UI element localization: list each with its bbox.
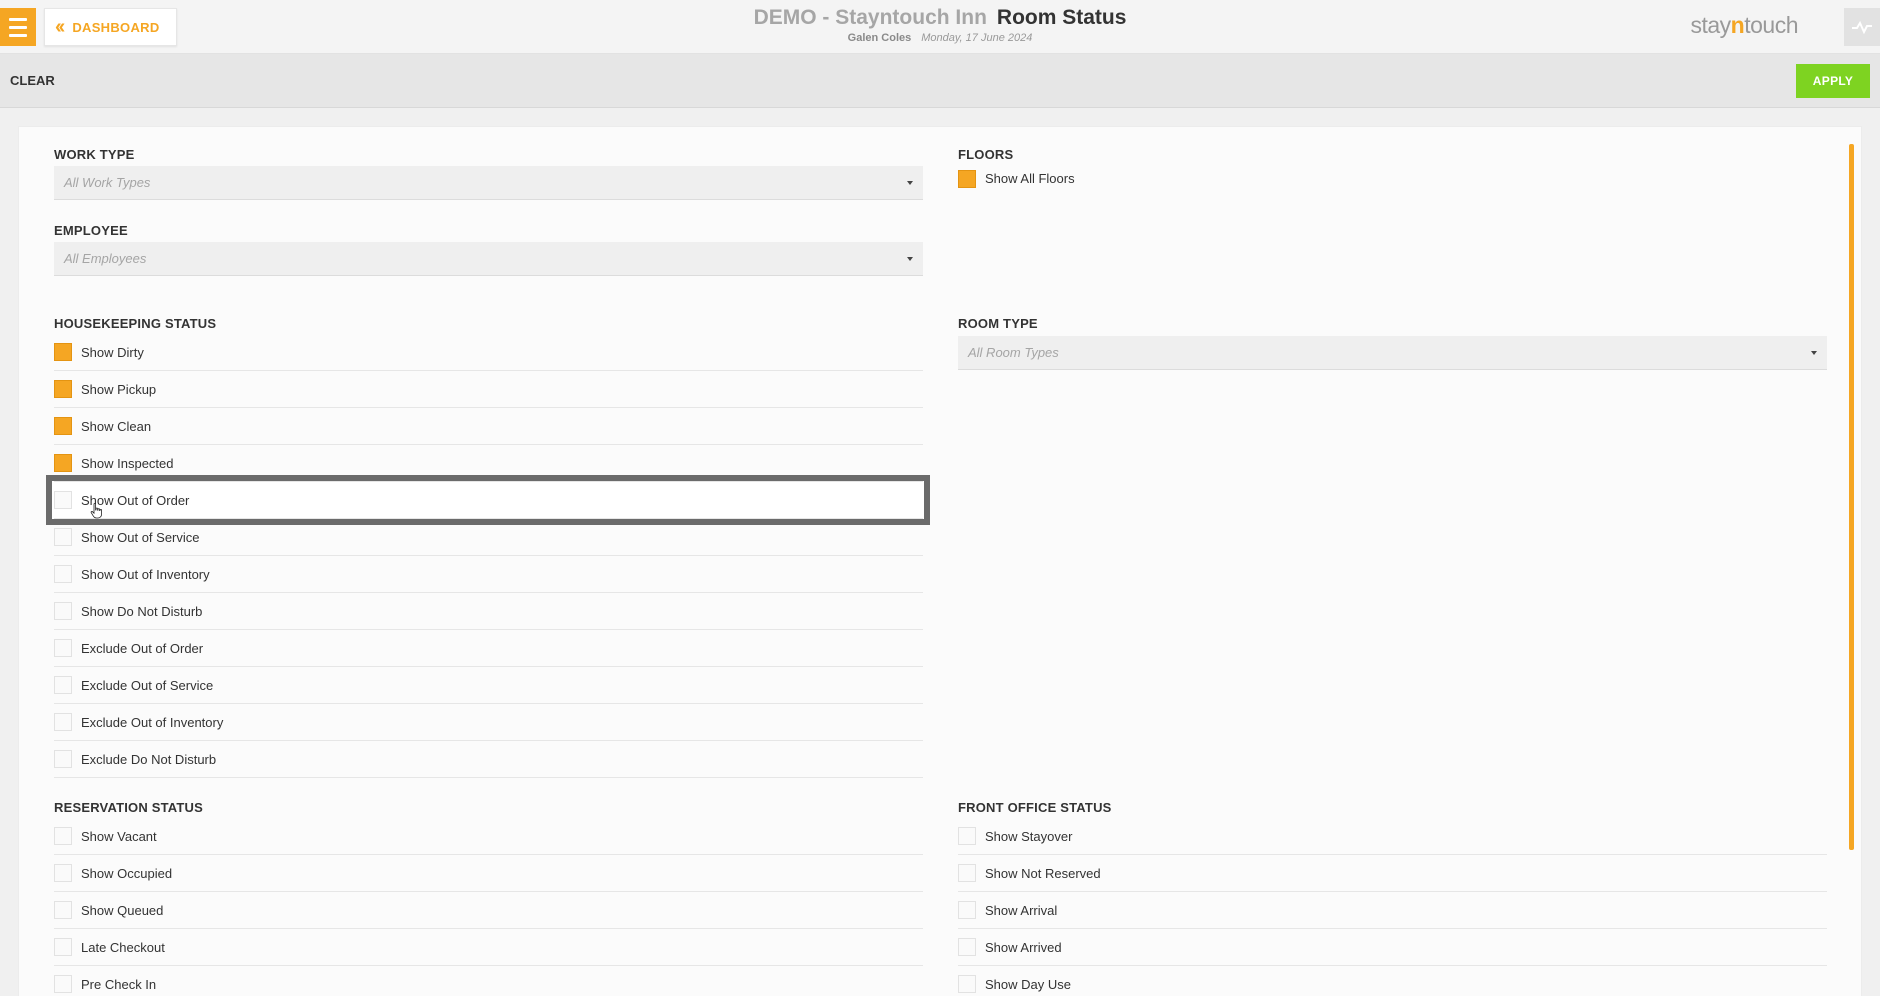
employee-select[interactable]: All Employees [54,242,923,276]
checkbox-box[interactable] [54,676,72,694]
checkbox-box[interactable] [54,639,72,657]
checkbox-show-clean[interactable]: Show Clean [54,408,923,445]
checkbox-label: Exclude Out of Order [81,640,204,656]
checkbox-late-checkout[interactable]: Late Checkout [54,929,923,966]
hand-cursor-icon [90,503,102,519]
employee-title: EMPLOYEE [54,223,128,238]
employee-value: All Employees [64,251,147,266]
housekeeping-status-title: HOUSEKEEPING STATUS [54,316,217,331]
checkbox-label: Pre Check In [81,976,157,992]
checkbox-show-pickup[interactable]: Show Pickup [54,371,923,408]
hotel-name: DEMO - Stayntouch Inn [753,6,987,29]
checkbox-box[interactable] [54,528,72,546]
checkbox-box[interactable] [54,602,72,620]
business-date: Monday, 17 June 2024 [921,32,1033,44]
checkbox-show-stayover[interactable]: Show Stayover [958,818,1827,855]
checkbox-box[interactable] [54,938,72,956]
top-header: ‹‹ DASHBOARD DEMO - Stayntouch Inn Room S… [0,0,1880,54]
checkbox-box[interactable] [54,454,72,472]
panel-scrollbar[interactable] [1849,144,1854,850]
checkbox-label: Exclude Out of Inventory [81,714,224,730]
checkbox-box[interactable] [54,713,72,731]
apply-button[interactable]: APPLY [1796,64,1870,98]
caret-down-icon [1811,350,1817,355]
checkbox-label: Show Day Use [985,976,1071,992]
checkbox-box[interactable] [958,827,976,845]
checkbox-label: Show Clean [81,418,152,434]
checkbox-box[interactable] [54,491,72,509]
checkbox-label: Exclude Do Not Disturb [81,751,217,767]
checkbox-label: Show Vacant [81,828,157,844]
activity-button[interactable] [1844,8,1880,46]
reservation-status-title: RESERVATION STATUS [54,800,204,815]
filter-action-bar: CLEAR APPLY [0,54,1880,108]
checkbox-box[interactable] [54,975,72,993]
checkbox-label: Show Pickup [81,381,157,397]
checkbox-box[interactable] [958,938,976,956]
checkbox-exclude-out-of-service[interactable]: Exclude Out of Service [54,667,923,704]
checkbox-show-arrived[interactable]: Show Arrived [958,929,1827,966]
checkbox-label: Show Occupied [81,865,173,881]
checkbox-box[interactable] [54,380,72,398]
checkbox-box[interactable] [54,417,72,435]
checkbox-box[interactable] [958,169,976,188]
checkbox-show-all-floors[interactable]: Show All Floors [958,160,1827,197]
checkbox-show-inspected[interactable]: Show Inspected [54,445,923,482]
checkbox-label: Show All Floors [985,171,1075,186]
checkbox-exclude-out-of-inventory[interactable]: Exclude Out of Inventory [54,704,923,741]
room-type-select[interactable]: All Room Types [958,336,1827,370]
clear-button[interactable]: CLEAR [10,73,55,88]
caret-down-icon [907,256,913,261]
checkbox-show-out-of-order[interactable]: Show Out of Order [54,482,923,519]
checkbox-box[interactable] [54,565,72,583]
checkbox-label: Show Queued [81,902,164,918]
checkbox-show-out-of-service[interactable]: Show Out of Service [54,519,923,556]
room-type-value: All Room Types [968,345,1059,360]
checkbox-box[interactable] [54,750,72,768]
checkbox-show-dirty[interactable]: Show Dirty [54,334,923,371]
checkbox-label: Show Stayover [985,828,1073,844]
front-office-status-title: FRONT OFFICE STATUS [958,800,1112,815]
checkbox-pre-check-in[interactable]: Pre Check In [54,966,923,996]
checkbox-label: Show Out of Service [81,529,200,545]
checkbox-show-arrival[interactable]: Show Arrival [958,892,1827,929]
checkbox-show-out-of-inventory[interactable]: Show Out of Inventory [54,556,923,593]
stayntouch-logo: stayntouch [1690,12,1798,38]
checkbox-show-occupied[interactable]: Show Occupied [54,855,923,892]
checkbox-exclude-do-not-disturb[interactable]: Exclude Do Not Disturb [54,741,923,778]
checkbox-box[interactable] [958,975,976,993]
checkbox-label: Late Checkout [81,939,165,955]
checkbox-show-do-not-disturb[interactable]: Show Do Not Disturb [54,593,923,630]
checkbox-show-not-reserved[interactable]: Show Not Reserved [958,855,1827,892]
work-type-value: All Work Types [64,175,151,190]
user-name: Galen Coles [847,32,912,44]
page-title-block: DEMO - Stayntouch Inn Room Status Galen C… [0,6,1880,44]
work-type-title: WORK TYPE [54,147,135,162]
room-type-title: ROOM TYPE [958,316,1038,331]
checkbox-label: Show Not Reserved [985,865,1101,881]
checkbox-box[interactable] [54,827,72,845]
checkbox-label: Show Inspected [81,455,174,471]
checkbox-show-vacant[interactable]: Show Vacant [54,818,923,855]
checkbox-box[interactable] [54,343,72,361]
checkbox-label: Show Arrived [985,939,1062,955]
page-title: Room Status [996,6,1127,29]
work-type-select[interactable]: All Work Types [54,166,923,200]
checkbox-show-queued[interactable]: Show Queued [54,892,923,929]
checkbox-show-day-use[interactable]: Show Day Use [958,966,1827,996]
checkbox-box[interactable] [54,901,72,919]
checkbox-label: Show Arrival [985,902,1058,918]
checkbox-exclude-out-of-order[interactable]: Exclude Out of Order [54,630,923,667]
checkbox-box[interactable] [958,864,976,882]
checkbox-label: Show Do Not Disturb [81,603,203,619]
checkbox-label: Show Out of Inventory [81,566,210,582]
caret-down-icon [907,180,913,185]
checkbox-label: Exclude Out of Service [81,677,214,693]
checkbox-box[interactable] [958,901,976,919]
pulse-icon [1852,20,1872,34]
checkbox-box[interactable] [54,864,72,882]
checkbox-label: Show Dirty [81,344,144,360]
